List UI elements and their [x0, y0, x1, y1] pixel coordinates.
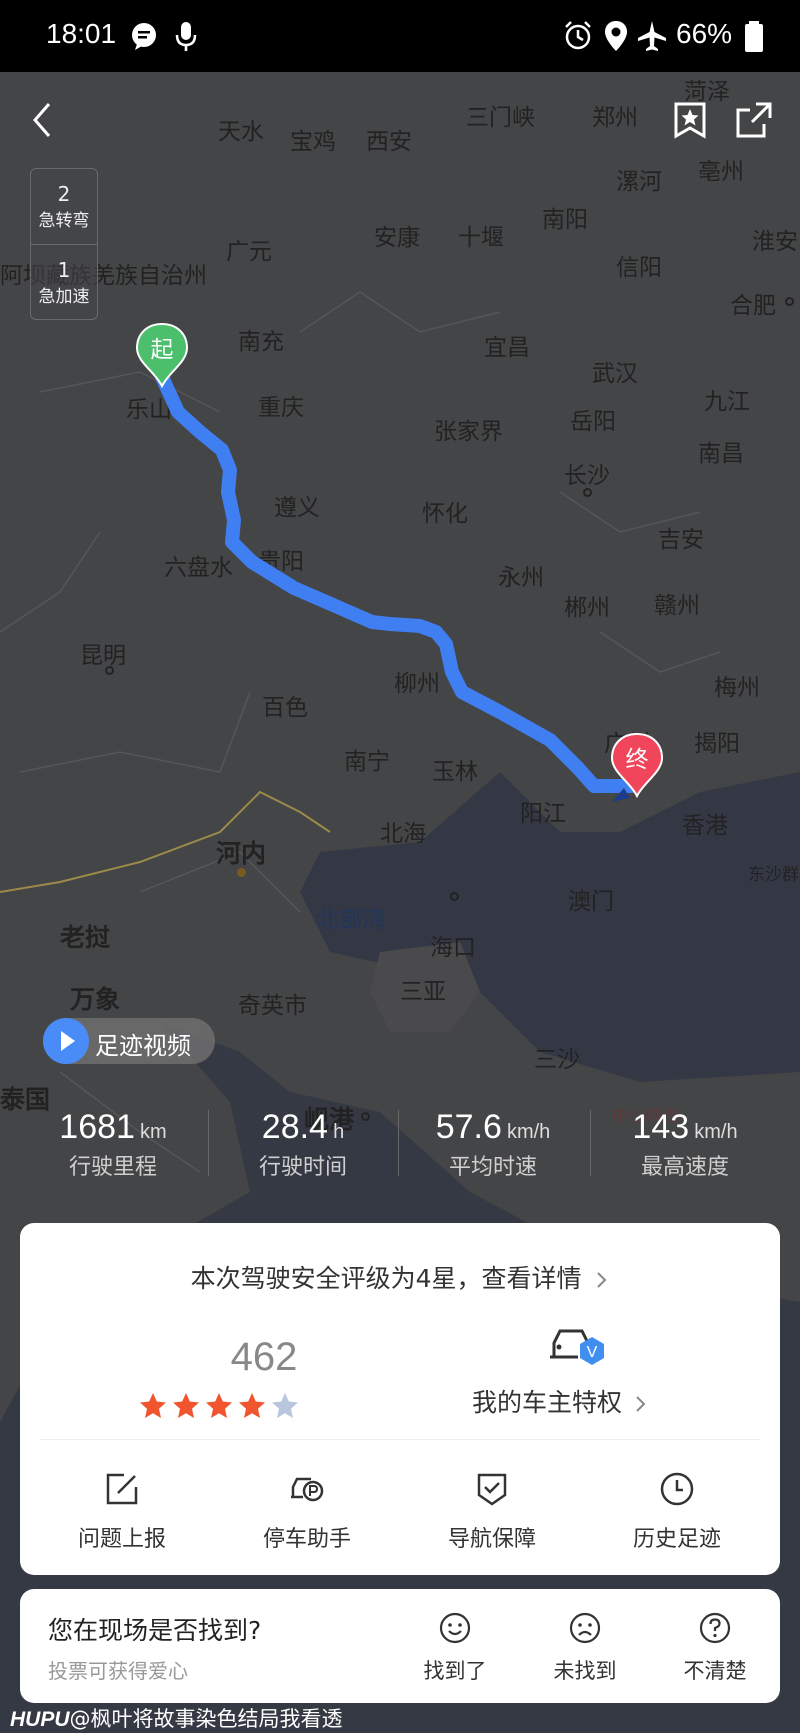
favorite-button[interactable]	[662, 92, 718, 148]
stat-value: 57.6	[435, 1108, 502, 1146]
trip-summary-card: 本次驾驶安全评级为4星，查看详情 462 V 我的车主特权 问题上报 停车助手 …	[20, 1223, 780, 1575]
status-bar: 18:01 66%	[0, 0, 800, 72]
star-empty-icon	[272, 1393, 298, 1418]
stat-value: 1681	[59, 1108, 135, 1146]
smile-icon	[439, 1612, 471, 1644]
vip-badge: V	[587, 1344, 598, 1361]
status-time: 18:01	[46, 18, 117, 49]
battery-icon	[745, 21, 763, 52]
stat-duration: 28.4 h 行驶时间	[208, 1108, 398, 1181]
tool-report-issue[interactable]: 问题上报	[42, 1471, 202, 1553]
option-label: 未找到	[553, 1659, 617, 1683]
card-divider	[40, 1439, 760, 1440]
stat-label: 行驶时间	[258, 1155, 347, 1180]
tool-navigation-guarantee[interactable]: 导航保障	[412, 1471, 572, 1553]
event-label: 急加速	[38, 287, 90, 307]
tool-label: 历史足迹	[632, 1527, 721, 1552]
owner-privilege-label: 我的车主特权	[472, 1388, 623, 1417]
end-pin[interactable]: 终	[610, 732, 664, 799]
owner-privilege-link[interactable]: 我的车主特权	[472, 1383, 648, 1419]
safety-rating-link[interactable]: 本次驾驶安全评级为4星，查看详情	[20, 1259, 780, 1295]
frown-icon	[569, 1612, 601, 1644]
safety-score: 462	[230, 1335, 298, 1379]
safety-rating-text: 本次驾驶安全评级为4星，查看详情	[190, 1264, 582, 1293]
stat-max-speed: 143 km/h 最高速度	[590, 1108, 780, 1181]
event-count: 2	[57, 182, 71, 206]
footprint-video-button[interactable]: 足迹视频	[43, 1018, 215, 1064]
clock-icon	[660, 1472, 694, 1506]
chevron-right-icon	[597, 1272, 607, 1288]
stat-avg-speed: 57.6 km/h 平均时速	[398, 1108, 588, 1181]
tool-label: 问题上报	[77, 1527, 166, 1552]
share-button[interactable]	[726, 92, 782, 148]
star-filled-icon	[173, 1393, 199, 1418]
watermark: HUPU@枫叶将故事染色结局我看透	[10, 1703, 343, 1733]
found-feedback-card: 您在现场是否找到? 投票可获得爱心 找到了 未找到 不清楚	[20, 1589, 780, 1703]
back-button[interactable]	[14, 92, 70, 148]
shield-check-icon	[477, 1473, 507, 1506]
driving-events-panel[interactable]: 2 急转弯 1 急加速	[30, 168, 98, 320]
start-pin[interactable]: 起	[135, 322, 189, 389]
stat-unit: km	[140, 1121, 167, 1143]
stat-label: 最高速度	[640, 1155, 729, 1180]
stat-unit: h	[333, 1121, 345, 1143]
star-filled-icon	[140, 1393, 166, 1418]
battery-percent: 66%	[676, 18, 733, 49]
option-found[interactable]: 找到了	[395, 1611, 515, 1685]
vip-car-icon: V	[550, 1329, 604, 1365]
play-icon	[43, 1018, 89, 1064]
watermark-text: @枫叶将故事染色结局我看透	[69, 1707, 343, 1731]
footprint-video-label: 足迹视频	[95, 1032, 191, 1060]
star-bookmark-icon	[674, 102, 706, 139]
parking-car-icon	[291, 1477, 324, 1502]
watermark-brand: HUPU	[10, 1708, 70, 1731]
stat-label: 行驶里程	[68, 1155, 157, 1180]
event-rapid-accel[interactable]: 1 急加速	[31, 244, 97, 320]
feedback-question: 您在现场是否找到?	[48, 1616, 262, 1645]
airplane-icon	[638, 21, 666, 51]
stat-distance: 1681 km 行驶里程	[18, 1108, 208, 1181]
stat-label: 平均时速	[448, 1155, 537, 1180]
stat-unit: km/h	[506, 1121, 551, 1143]
stat-value: 143	[632, 1108, 690, 1146]
star-filled-icon	[206, 1393, 232, 1418]
tool-parking-assistant[interactable]: 停车助手	[227, 1471, 387, 1553]
tool-history-footprint[interactable]: 历史足迹	[597, 1471, 757, 1553]
back-icon	[33, 103, 51, 137]
mic-icon	[175, 22, 197, 51]
tool-label: 停车助手	[262, 1527, 351, 1552]
location-icon	[605, 21, 627, 51]
option-unsure[interactable]: 不清楚	[655, 1611, 775, 1685]
stat-unit: km/h	[694, 1121, 738, 1143]
question-icon	[699, 1612, 731, 1644]
event-sharp-turn[interactable]: 2 急转弯	[31, 169, 97, 244]
stat-value: 28.4	[261, 1108, 328, 1146]
share-icon	[736, 102, 772, 138]
star-filled-icon	[239, 1393, 265, 1418]
option-label: 不清楚	[683, 1659, 747, 1683]
event-count: 1	[57, 258, 71, 282]
message-icon	[132, 23, 156, 50]
alarm-icon	[565, 21, 591, 50]
option-not-found[interactable]: 未找到	[525, 1611, 645, 1685]
edit-report-icon	[106, 1473, 138, 1505]
feedback-subtext: 投票可获得爱心	[48, 1659, 188, 1683]
tool-label: 导航保障	[447, 1527, 536, 1552]
option-label: 找到了	[423, 1659, 487, 1683]
event-label: 急转弯	[38, 211, 90, 231]
start-pin-label: 起	[150, 337, 174, 363]
chevron-right-icon	[636, 1396, 646, 1412]
end-pin-label: 终	[625, 747, 649, 773]
